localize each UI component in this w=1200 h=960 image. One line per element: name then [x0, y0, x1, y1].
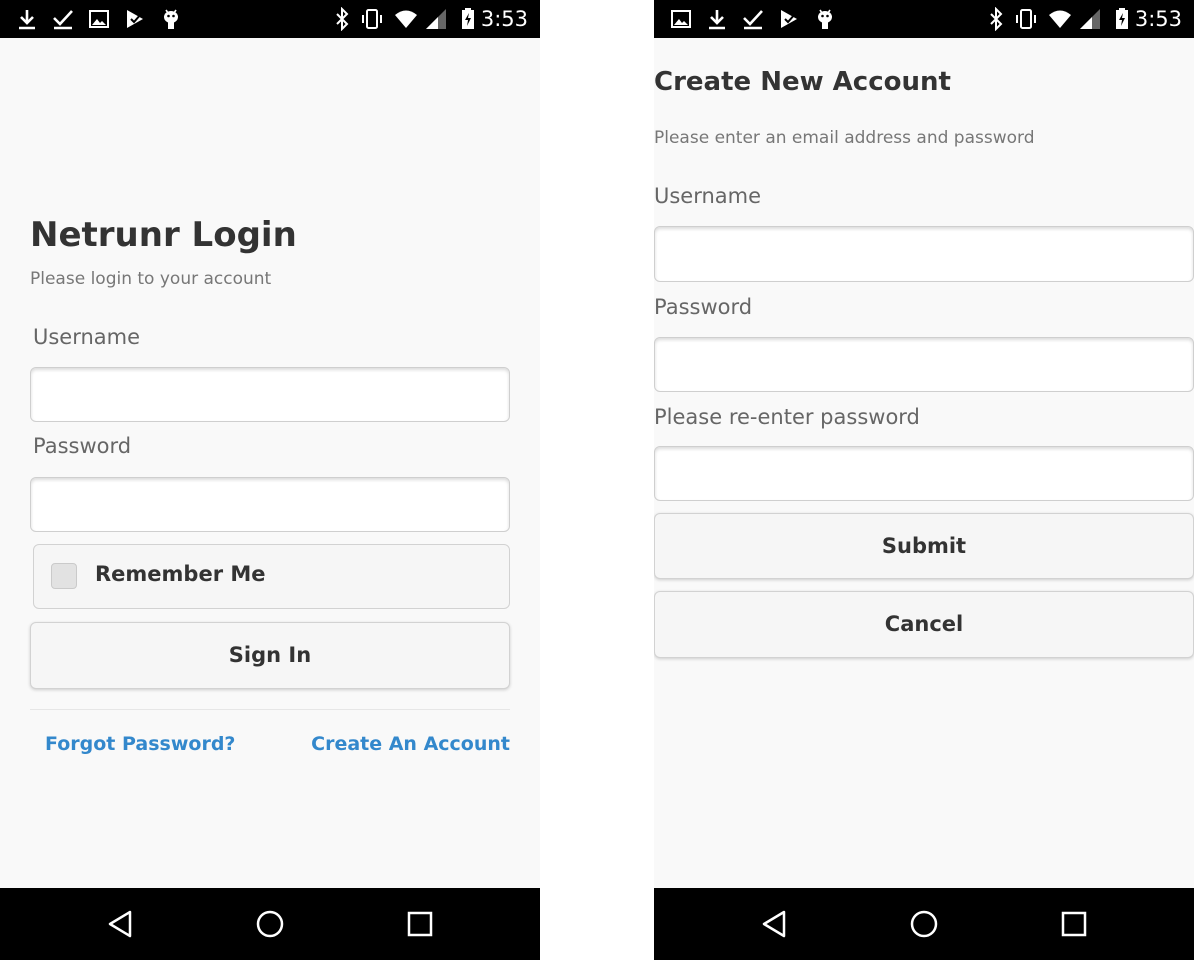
checkmark-icon: [53, 10, 73, 30]
password-label: Password: [33, 434, 132, 458]
submit-button[interactable]: Submit: [654, 513, 1194, 579]
forgot-password-link[interactable]: Forgot Password?: [45, 733, 235, 755]
clock: 3:53: [1134, 7, 1182, 31]
recents-icon[interactable]: [1056, 906, 1092, 942]
remember-me-label: Remember Me: [95, 562, 266, 586]
create-account-link[interactable]: Create An Account: [311, 733, 510, 755]
image-icon: [89, 10, 109, 28]
bluetooth-icon: [990, 7, 1003, 31]
android-icon: [164, 9, 178, 29]
back-icon[interactable]: [102, 906, 138, 942]
status-bar: 3:53: [654, 0, 1194, 38]
battery-charging-icon: [1116, 8, 1128, 29]
nav-bar: [654, 888, 1194, 960]
play-store-icon: [127, 10, 143, 28]
bluetooth-icon: [336, 7, 349, 31]
download-icon: [19, 10, 35, 30]
home-icon[interactable]: [906, 906, 942, 942]
create-account-screen: 3:53 Create New Account Please enter an …: [654, 0, 1194, 960]
username-label: Username: [654, 184, 762, 208]
reenter-password-label: Please re-enter password: [654, 405, 920, 429]
clock: 3:53: [480, 7, 528, 31]
divider: [30, 709, 510, 710]
wifi-icon: [1049, 10, 1071, 28]
page-subtitle: Please enter an email address and passwo…: [654, 128, 1035, 148]
sign-in-button[interactable]: Sign In: [30, 622, 510, 689]
password-label: Password: [654, 295, 753, 319]
checkmark-icon: [743, 10, 763, 30]
cancel-button[interactable]: Cancel: [654, 591, 1194, 658]
remember-me-checkbox[interactable]: Remember Me: [33, 544, 510, 609]
home-icon[interactable]: [252, 906, 288, 942]
page-title: Create New Account: [654, 67, 951, 97]
cell-signal-icon: [426, 9, 446, 29]
page-title: Netrunr Login: [30, 215, 297, 255]
cell-signal-icon: [1080, 9, 1100, 29]
page-subtitle: Please login to your account: [30, 269, 272, 289]
login-screen: 3:53 Netrunr Login Please login to your …: [0, 0, 540, 960]
vibrate-icon: [362, 9, 382, 29]
image-icon: [671, 10, 691, 28]
android-icon: [818, 9, 832, 29]
username-label: Username: [33, 325, 141, 349]
password-input[interactable]: [654, 337, 1194, 392]
play-store-icon: [781, 10, 797, 28]
checkbox-box[interactable]: [51, 563, 77, 589]
reenter-password-input[interactable]: [654, 446, 1194, 501]
recents-icon[interactable]: [402, 906, 438, 942]
username-input[interactable]: [654, 226, 1194, 282]
download-icon: [709, 10, 725, 30]
back-icon[interactable]: [756, 906, 792, 942]
password-input[interactable]: [30, 477, 510, 532]
status-bar: 3:53: [0, 0, 540, 38]
battery-charging-icon: [462, 8, 474, 29]
nav-bar: [0, 888, 540, 960]
username-input[interactable]: [30, 367, 510, 422]
wifi-icon: [395, 10, 417, 28]
vibrate-icon: [1016, 9, 1036, 29]
